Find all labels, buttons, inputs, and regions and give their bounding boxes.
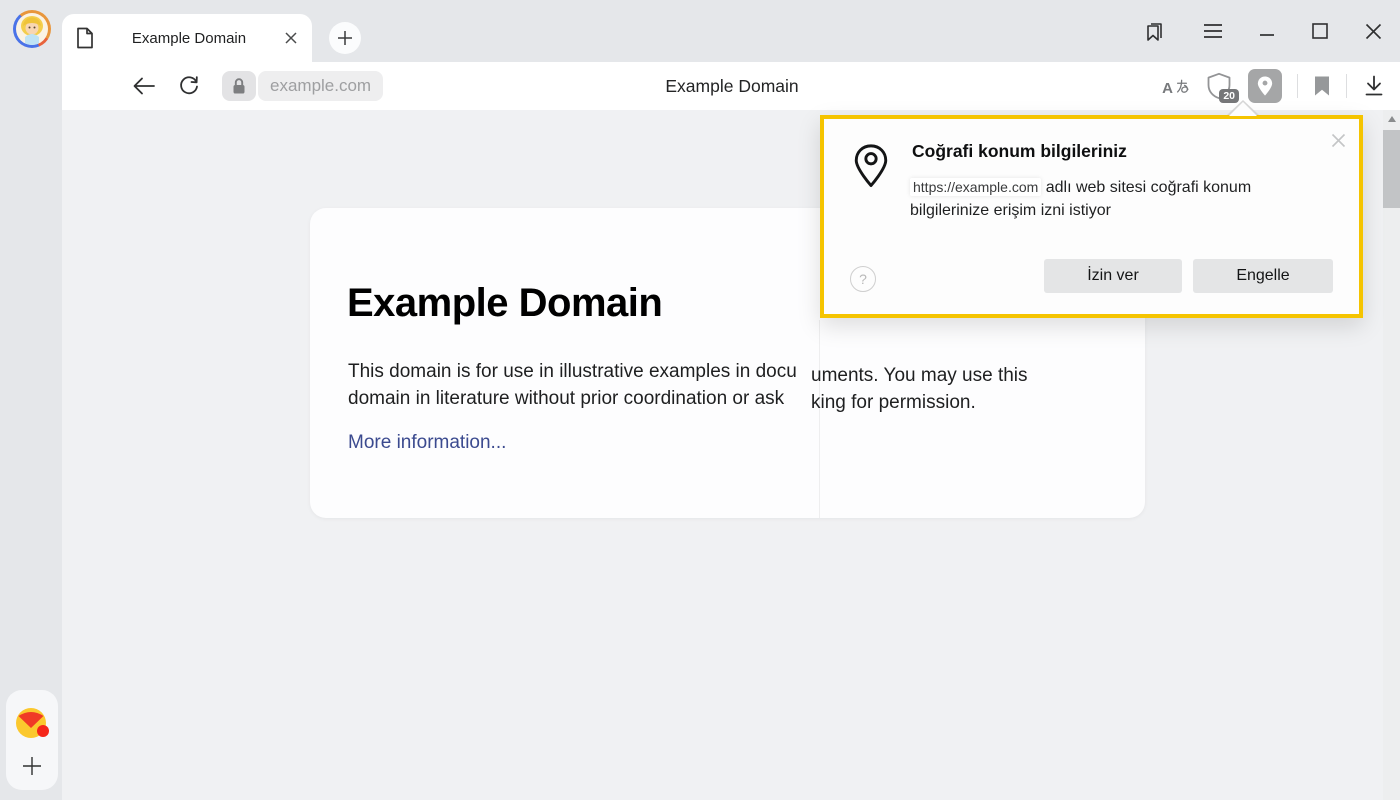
collections-icon[interactable] bbox=[1143, 19, 1167, 43]
geolocation-button[interactable] bbox=[1248, 69, 1282, 103]
origin-chip: https://example.com bbox=[910, 178, 1041, 196]
card-seam bbox=[819, 320, 820, 518]
toolbar-separator bbox=[1297, 74, 1298, 98]
tab-title: Example Domain bbox=[94, 30, 284, 47]
paragraph-left: This domain is for use in illustrative e… bbox=[348, 358, 819, 412]
new-tab-button[interactable] bbox=[329, 22, 361, 54]
sidebar bbox=[0, 0, 62, 800]
geolocation-permission-popup: Coğrafi konum bilgileriniz https://examp… bbox=[820, 115, 1363, 318]
sidebar-dock bbox=[6, 690, 58, 790]
popup-caret-fill bbox=[1229, 102, 1257, 116]
popup-title: Coğrafi konum bilgileriniz bbox=[912, 141, 1127, 162]
paragraph-right: uments. You may use this king for permis… bbox=[811, 362, 1028, 416]
translate-icon[interactable]: A bbox=[1162, 78, 1190, 95]
url-bar[interactable]: example.com bbox=[222, 71, 383, 101]
url-text: example.com bbox=[258, 71, 383, 101]
plus-icon bbox=[22, 756, 42, 776]
close-window-button[interactable] bbox=[1365, 23, 1382, 40]
page-heading: Example Domain bbox=[347, 281, 662, 326]
back-button[interactable] bbox=[132, 76, 156, 96]
popup-close-button[interactable] bbox=[1329, 131, 1347, 149]
lock-icon bbox=[222, 71, 256, 101]
toolbar-separator bbox=[1346, 74, 1347, 98]
bookmark-page-icon[interactable] bbox=[1313, 75, 1331, 97]
paragraph-line: king for permission. bbox=[811, 389, 1028, 416]
browser-window: Example Domain bbox=[0, 0, 1400, 800]
popup-body-text: adlı web sitesi coğrafi konum bbox=[1041, 179, 1251, 196]
plus-icon bbox=[337, 30, 353, 46]
location-pin-icon bbox=[852, 137, 890, 195]
avatar-face bbox=[16, 13, 48, 45]
tab-example-domain[interactable]: Example Domain bbox=[62, 14, 312, 62]
scroll-thumb[interactable] bbox=[1383, 130, 1400, 208]
download-icon[interactable] bbox=[1362, 74, 1386, 98]
protect-shield-icon[interactable]: 20 bbox=[1205, 71, 1233, 101]
deny-button[interactable]: Engelle bbox=[1193, 259, 1333, 293]
minimize-button[interactable] bbox=[1259, 23, 1275, 39]
more-information-link[interactable]: More information... bbox=[348, 432, 506, 454]
maximize-button[interactable] bbox=[1311, 22, 1329, 40]
reload-button[interactable] bbox=[178, 75, 200, 97]
close-icon bbox=[1331, 133, 1346, 148]
add-shortcut-button[interactable] bbox=[22, 756, 42, 776]
paragraph-line: domain in literature without prior coord… bbox=[348, 385, 819, 412]
mail-app-icon[interactable] bbox=[13, 704, 51, 742]
tab-close-icon[interactable] bbox=[284, 31, 298, 45]
profile-avatar[interactable] bbox=[13, 10, 51, 48]
allow-button[interactable]: İzin ver bbox=[1044, 259, 1182, 293]
popup-body: https://example.com adlı web sitesi coğr… bbox=[910, 176, 1310, 222]
menu-icon[interactable] bbox=[1203, 23, 1223, 39]
help-button[interactable]: ? bbox=[850, 266, 876, 292]
paragraph-line: uments. You may use this bbox=[811, 362, 1028, 389]
scroll-up-button[interactable] bbox=[1383, 110, 1400, 128]
location-pin-icon bbox=[1256, 75, 1274, 97]
paragraph-line: This domain is for use in illustrative e… bbox=[348, 358, 819, 385]
page-title: Example Domain bbox=[665, 76, 798, 97]
scrollbar[interactable] bbox=[1383, 110, 1400, 800]
page-document-icon bbox=[76, 27, 94, 49]
toolbar: example.com Example Domain A 20 bbox=[62, 62, 1400, 110]
popup-body-text-line2: bilgilerinize erişim izni istiyor bbox=[910, 202, 1111, 219]
